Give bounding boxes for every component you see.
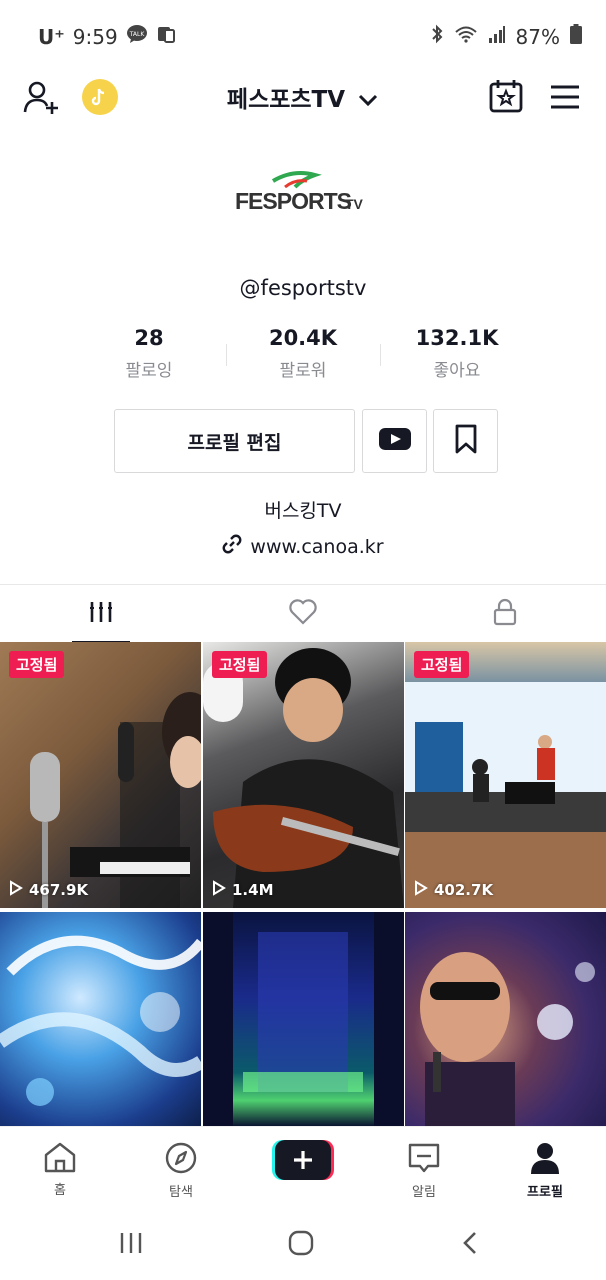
video-thumbnail[interactable] [405, 912, 606, 1126]
profile-stats: 28 팔로잉 20.4K 팔로워 132.1K 좋아요 [0, 326, 606, 386]
talk-notification-icon: TALK [126, 24, 148, 49]
tab-private[interactable] [404, 585, 606, 643]
link-icon [222, 534, 242, 559]
link-text: www.canoa.kr [250, 535, 384, 558]
view-count-text: 467.9K [29, 881, 89, 899]
svg-text:TALK: TALK [128, 31, 145, 38]
home-icon [42, 1142, 78, 1177]
play-icon [212, 880, 226, 900]
lock-icon [492, 598, 518, 630]
video-thumbnail[interactable]: 고정됨 402.7K [405, 642, 606, 908]
inbox-icon [407, 1143, 441, 1179]
singer-microphone-image [30, 692, 201, 908]
music-show-title-image [0, 935, 201, 1106]
wifi-icon [454, 24, 478, 49]
nav-home-label: 홈 [54, 1183, 66, 1198]
compass-icon [164, 1142, 198, 1179]
nav-inbox-label: 알림 [412, 1185, 436, 1200]
recent-apps-icon[interactable] [118, 1230, 144, 1260]
likes-count: 132.1K [415, 326, 499, 350]
grid-icon [89, 600, 113, 628]
edit-profile-button[interactable]: 프로필 편집 [114, 409, 355, 473]
page-title: 페스포츠TV [226, 87, 346, 113]
svg-text:TV: TV [345, 196, 364, 212]
guitarist-image [203, 648, 404, 908]
status-left: U⁺ 9:59 TALK [38, 24, 176, 49]
likes-stat[interactable]: 132.1K 좋아요 [377, 326, 537, 381]
carrier-label: U⁺ [38, 24, 65, 49]
content-tabs [0, 584, 606, 643]
create-video-button[interactable] [272, 1140, 334, 1180]
battery-icon [570, 24, 582, 49]
view-count-text: 1.4M [232, 881, 274, 899]
profile-bio: 버스킹TV [264, 500, 342, 522]
profile-handle: @fesportstv [239, 276, 367, 300]
nav-home[interactable]: 홈 [15, 1141, 105, 1198]
pinned-badge: 고정됨 [414, 651, 470, 678]
view-count: 1.4M [212, 880, 274, 900]
pinned-badge: 고정됨 [9, 651, 65, 678]
following-label: 팔로잉 [125, 361, 173, 381]
nav-inbox[interactable]: 알림 [379, 1141, 469, 1200]
video-grid: 고정됨 467.9K 고정됨 1.4M 고정됨 402.7K [0, 642, 606, 1126]
likes-label: 좋아요 [433, 361, 481, 381]
bottom-nav: 홈 탐색 알림 프로필 [0, 1126, 606, 1206]
video-thumbnail[interactable] [0, 912, 201, 1126]
play-icon [414, 880, 428, 900]
bookmark-icon [453, 424, 479, 458]
fesports-logo-image: FESPORTS TV [235, 171, 364, 214]
profile-icon [529, 1143, 561, 1179]
nav-discover-label: 탐색 [169, 1185, 193, 1200]
svg-text:FESPORTS: FESPORTS [235, 188, 352, 214]
youtube-button[interactable] [362, 409, 427, 473]
tab-liked[interactable] [202, 585, 404, 643]
view-count-text: 402.7K [434, 881, 494, 899]
nav-profile[interactable]: 프로필 [500, 1141, 590, 1200]
tab-videos[interactable] [0, 585, 202, 643]
video-thumbnail[interactable] [203, 912, 404, 1126]
home-button-icon[interactable] [288, 1230, 314, 1260]
youtube-icon [378, 427, 412, 455]
followers-label: 팔로워 [279, 361, 327, 381]
profile-actions: 프로필 편집 [0, 409, 606, 473]
signal-icon [488, 25, 506, 49]
screen-mirror-icon [156, 24, 176, 49]
video-thumbnail[interactable]: 고정됨 1.4M [203, 642, 404, 908]
video-thumbnail[interactable]: 고정됨 467.9K [0, 642, 201, 908]
back-icon[interactable] [458, 1230, 484, 1260]
stage-lights-image [203, 912, 404, 1126]
plus-icon [272, 1140, 334, 1180]
pinned-badge: 고정됨 [212, 651, 268, 678]
nav-profile-label: 프로필 [527, 1185, 563, 1200]
profile-avatar-logo[interactable]: FESPORTS TV [0, 160, 606, 230]
heart-icon [288, 599, 318, 629]
bluetooth-icon [430, 24, 444, 49]
chevron-down-icon [357, 88, 379, 114]
status-bar: U⁺ 9:59 TALK 87% [0, 0, 606, 70]
system-nav-bar [0, 1206, 606, 1280]
nav-discover[interactable]: 탐색 [136, 1141, 226, 1200]
view-count: 467.9K [9, 880, 88, 900]
clock: 9:59 [72, 24, 118, 49]
calendar-star-icon[interactable] [488, 78, 524, 114]
top-nav: 페스포츠TV [0, 72, 606, 122]
followers-count: 20.4K [268, 326, 338, 350]
following-stat[interactable]: 28 팔로잉 [69, 326, 229, 381]
singer-sunglasses-image [420, 952, 595, 1126]
menu-icon[interactable] [548, 82, 582, 112]
favorites-button[interactable] [433, 409, 498, 473]
battery-percent: 87% [515, 24, 560, 49]
view-count: 402.7K [414, 880, 493, 900]
play-icon [9, 880, 23, 900]
followers-stat[interactable]: 20.4K 팔로워 [223, 326, 383, 381]
profile-link[interactable]: www.canoa.kr [0, 534, 606, 559]
following-count: 28 [134, 326, 164, 350]
status-right: 87% [430, 24, 582, 49]
stage-performance-image [405, 682, 606, 908]
